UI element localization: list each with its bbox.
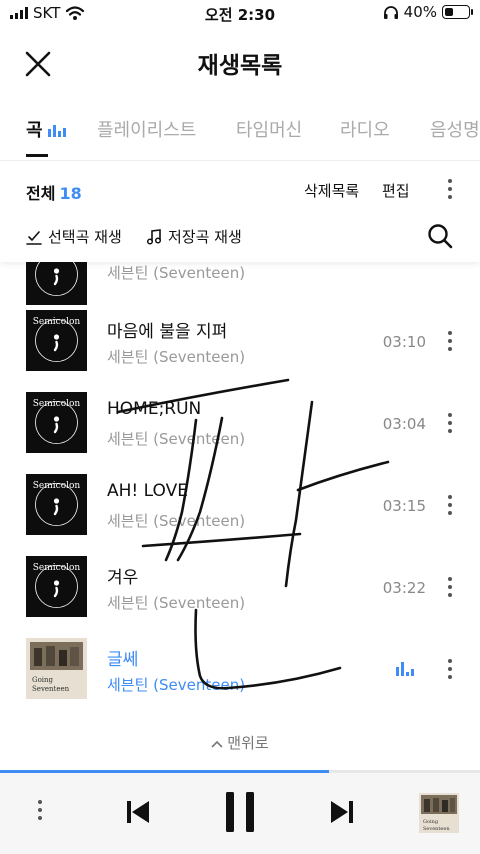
tab-time-machine[interactable]: 타임머신 bbox=[236, 116, 302, 142]
page-title: 재생목록 bbox=[197, 53, 283, 79]
semicolon-cover-art: Semicolon bbox=[33, 399, 81, 444]
song-duration: 03:10 bbox=[382, 333, 426, 351]
edit-button[interactable]: 편집 bbox=[382, 180, 410, 201]
song-artist: 세븐틴 (Seventeen) bbox=[107, 594, 246, 612]
mini-player: Going Seventeen bbox=[0, 773, 480, 854]
going-seventeen-thumb-art: Going Seventeen bbox=[421, 795, 457, 832]
headphones-icon bbox=[383, 5, 398, 19]
more-options-button[interactable] bbox=[440, 178, 460, 202]
album-cover: Semicolon bbox=[26, 310, 87, 371]
saved-play-label: 저장곡 재생 bbox=[168, 228, 242, 246]
semicolon-cover-art: Semicolon bbox=[33, 317, 81, 362]
back-to-top-button[interactable]: 맨위로 bbox=[0, 732, 480, 753]
song-artist: 세븐틴 (Seventeen) bbox=[107, 430, 246, 448]
cover-text: Semicolon bbox=[33, 563, 81, 573]
delete-list-button[interactable]: 삭제목록 bbox=[304, 180, 359, 201]
cover-text: Semicolon bbox=[33, 317, 81, 327]
song-more-button[interactable] bbox=[440, 494, 460, 518]
song-title: 마음에 불을 지펴 bbox=[107, 322, 228, 342]
song-duration: 03:15 bbox=[382, 497, 426, 515]
total-count: 전체 18 bbox=[26, 180, 82, 204]
previous-icon bbox=[127, 801, 149, 823]
header: 재생목록 bbox=[0, 26, 480, 96]
status-right: 40% bbox=[383, 3, 473, 21]
song-row[interactable]: Semicolon AH! LOVE 세븐틴 (Seventeen) 03:15 bbox=[0, 466, 480, 548]
cover-text: Going bbox=[32, 676, 54, 684]
battery-percent: 40% bbox=[403, 3, 437, 21]
semicolon-cover-art: Semicolon bbox=[35, 262, 78, 296]
search-icon bbox=[428, 224, 453, 249]
song-title: 글쎄 bbox=[107, 650, 139, 670]
song-artist: 세븐틴 (Seventeen) bbox=[107, 512, 246, 530]
song-more-button[interactable] bbox=[440, 658, 460, 682]
cover-text: Seventeen bbox=[32, 685, 70, 693]
tab-active-indicator bbox=[26, 154, 48, 157]
chevron-up-icon bbox=[211, 740, 223, 748]
now-playing-equalizer-icon bbox=[396, 659, 414, 678]
song-artist: 세븐틴 (Seventeen) bbox=[107, 348, 246, 366]
tab-voice[interactable]: 음성명 bbox=[430, 116, 480, 142]
going-seventeen-cover-art: Going Seventeen bbox=[30, 642, 83, 693]
song-list: Semicolon 세븐틴 (Seventeen) Semicolon 마음에 … bbox=[0, 262, 480, 770]
next-button[interactable] bbox=[330, 800, 354, 828]
pause-button[interactable] bbox=[222, 791, 258, 837]
back-to-top-label: 맨위로 bbox=[227, 734, 269, 752]
selected-play-label: 선택곡 재생 bbox=[48, 228, 122, 246]
song-row[interactable]: Semicolon HOME;RUN 세븐틴 (Seventeen) 03:04 bbox=[0, 384, 480, 466]
song-title: 겨우 bbox=[107, 568, 139, 588]
tab-bar: 곡 플레이리스트 타임머신 라디오 음성명 bbox=[0, 96, 480, 161]
status-bar: SKT 오전 2:30 40% bbox=[0, 0, 480, 26]
song-row[interactable]: Semicolon 겨우 세븐틴 (Seventeen) 03:22 bbox=[0, 548, 480, 630]
song-more-button[interactable] bbox=[440, 576, 460, 600]
album-cover: Going Seventeen bbox=[26, 638, 87, 699]
semicolon-cover-art: Semicolon bbox=[33, 481, 81, 526]
selected-play-button[interactable]: 선택곡 재생 bbox=[26, 226, 122, 247]
music-note-icon bbox=[146, 228, 162, 245]
cover-text: Semicolon bbox=[33, 399, 81, 409]
tab-playlist[interactable]: 플레이리스트 bbox=[97, 116, 196, 142]
song-artist: 세븐틴 (Seventeen) bbox=[107, 676, 246, 694]
song-row[interactable]: Semicolon 마음에 불을 지펴 세븐틴 (Seventeen) 03:1… bbox=[0, 302, 480, 384]
album-cover: Semicolon bbox=[26, 474, 87, 535]
song-row-now-playing[interactable]: Going Seventeen 글쎄 세븐틴 (Seventeen) bbox=[0, 630, 480, 712]
now-playing-thumbnail[interactable]: Going Seventeen bbox=[419, 793, 459, 833]
song-artist: 세븐틴 (Seventeen) bbox=[107, 264, 246, 282]
song-title: HOME;RUN bbox=[107, 399, 202, 419]
song-more-button[interactable] bbox=[440, 412, 460, 436]
thumb-text: Seventeen bbox=[423, 826, 450, 832]
list-toolbar: 전체 18 삭제목록 편집 bbox=[0, 160, 480, 216]
next-icon bbox=[331, 801, 353, 823]
song-duration: 03:22 bbox=[382, 579, 426, 597]
cover-text: Semicolon bbox=[33, 481, 81, 491]
tab-label: 곡 bbox=[26, 120, 43, 141]
total-number: 18 bbox=[59, 184, 82, 203]
battery-icon bbox=[442, 5, 473, 19]
total-label: 전체 bbox=[26, 184, 56, 203]
play-options-bar: 선택곡 재생 저장곡 재생 bbox=[0, 216, 480, 262]
check-play-icon bbox=[26, 230, 42, 245]
pause-icon bbox=[226, 792, 254, 832]
saved-play-button[interactable]: 저장곡 재생 bbox=[146, 226, 242, 247]
equalizer-icon bbox=[47, 125, 66, 137]
tab-radio[interactable]: 라디오 bbox=[340, 116, 390, 142]
search-button[interactable] bbox=[426, 222, 454, 250]
previous-button[interactable] bbox=[126, 800, 150, 828]
player-more-button[interactable] bbox=[30, 799, 50, 823]
album-cover: Semicolon bbox=[26, 392, 87, 453]
thumb-text: Going bbox=[423, 819, 439, 825]
album-cover: Semicolon bbox=[26, 262, 87, 305]
semicolon-cover-art: Semicolon bbox=[33, 563, 81, 608]
album-cover: Semicolon bbox=[26, 556, 87, 617]
song-more-button[interactable] bbox=[440, 330, 460, 354]
tab-songs[interactable]: 곡 bbox=[26, 116, 66, 142]
song-duration: 03:04 bbox=[382, 415, 426, 433]
battery-fill bbox=[445, 8, 454, 16]
song-title: AH! LOVE bbox=[107, 481, 188, 501]
